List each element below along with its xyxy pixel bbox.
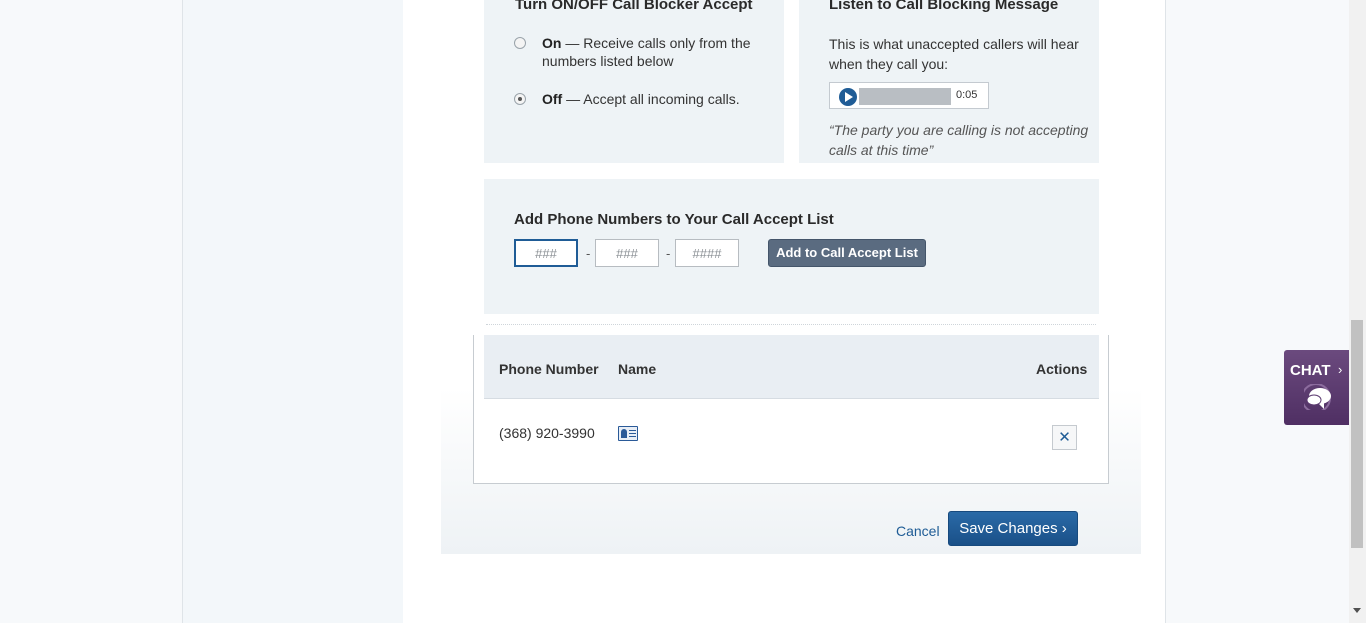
off-description: — Accept all incoming calls.: [562, 91, 740, 107]
on-label: On: [542, 35, 562, 51]
cancel-link[interactable]: Cancel: [896, 523, 940, 539]
onoff-title: Turn ON/OFF Call Blocker Accept: [515, 0, 753, 13]
header-actions: Actions: [1036, 361, 1088, 377]
save-changes-button[interactable]: Save Changes ›: [948, 511, 1078, 546]
area-code-input[interactable]: [514, 239, 578, 267]
chat-widget[interactable]: CHAT ›: [1284, 350, 1350, 425]
scroll-down-arrow-icon[interactable]: [1353, 608, 1361, 613]
audio-progress-track[interactable]: [859, 88, 951, 105]
add-to-accept-list-button[interactable]: Add to Call Accept List: [768, 239, 926, 267]
chat-bubble-icon: [1304, 384, 1331, 410]
on-option-label[interactable]: On — Receive calls only from the numbers…: [542, 34, 762, 70]
phone-separator: -: [666, 246, 671, 261]
chevron-right-icon: ›: [1338, 362, 1343, 377]
on-description: — Receive calls only from the numbers li…: [542, 35, 751, 69]
vertical-scrollbar[interactable]: [1349, 0, 1366, 623]
divider: [486, 324, 1096, 325]
header-name: Name: [618, 361, 657, 377]
contact-card-icon[interactable]: [618, 426, 638, 441]
off-label: Off: [542, 91, 563, 107]
chat-label: CHAT: [1290, 362, 1331, 379]
listen-description: This is what unaccepted callers will hea…: [829, 36, 1079, 72]
onoff-section: [484, 0, 784, 163]
left-sidebar: [182, 0, 403, 623]
delete-row-button[interactable]: ✕: [1052, 425, 1077, 450]
listen-title: Listen to Call Blocking Message: [829, 0, 1059, 13]
blocking-message-quote: “The party you are calling is not accept…: [829, 122, 1089, 158]
header-phone-number: Phone Number: [499, 361, 599, 377]
prefix-input[interactable]: [595, 239, 659, 267]
play-icon[interactable]: [839, 88, 857, 106]
add-numbers-title: Add Phone Numbers to Your Call Accept Li…: [514, 211, 834, 228]
off-radio[interactable]: [514, 93, 526, 105]
audio-player: 0:05: [829, 82, 989, 109]
row-phone-number: (368) 920-3990: [499, 425, 595, 441]
phone-separator: -: [586, 246, 591, 261]
off-option-label[interactable]: Off — Accept all incoming calls.: [542, 90, 772, 108]
scrollbar-thumb[interactable]: [1351, 320, 1363, 548]
line-number-input[interactable]: [675, 239, 739, 267]
audio-time: 0:05: [956, 89, 978, 101]
on-radio[interactable]: [514, 37, 526, 49]
